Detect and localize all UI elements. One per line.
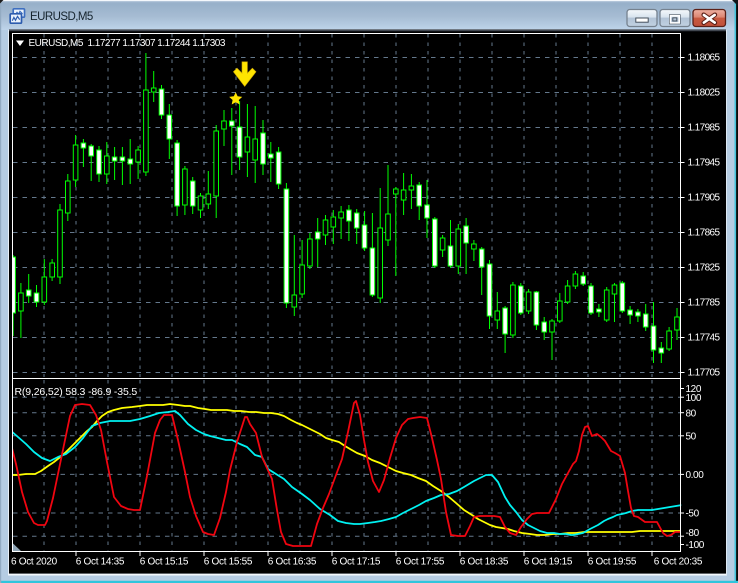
svg-text:50: 50 <box>686 431 697 442</box>
svg-text:6 Oct 17:15: 6 Oct 17:15 <box>332 557 381 568</box>
svg-text:1.17945: 1.17945 <box>688 158 721 169</box>
svg-text:-80: -80 <box>686 528 700 539</box>
svg-text:100: 100 <box>686 393 702 404</box>
svg-text:6 Oct 19:15: 6 Oct 19:15 <box>524 557 573 568</box>
svg-text:1.17785: 1.17785 <box>688 298 721 309</box>
svg-text:R(9,26,52) 58.3 -86.9 -35.5: R(9,26,52) 58.3 -86.9 -35.5 <box>15 386 138 398</box>
svg-text:6 Oct 2020: 6 Oct 2020 <box>11 557 58 568</box>
svg-text:1.17905: 1.17905 <box>688 193 721 204</box>
svg-text:1.17745: 1.17745 <box>688 333 721 344</box>
svg-text:6 Oct 17:55: 6 Oct 17:55 <box>396 557 445 568</box>
svg-text:0.00: 0.00 <box>686 470 705 481</box>
svg-text:6 Oct 19:55: 6 Oct 19:55 <box>588 557 637 568</box>
svg-text:6 Oct 16:35: 6 Oct 16:35 <box>268 557 317 568</box>
svg-text:80: 80 <box>686 408 697 419</box>
svg-text:EURUSD,M5 1.17277 1.17307 1.1: EURUSD,M5 1.17277 1.17307 1.17244 1.1730… <box>29 38 226 49</box>
svg-text:-50: -50 <box>686 509 700 520</box>
svg-text:1.17825: 1.17825 <box>688 263 721 274</box>
svg-text:1.18025: 1.18025 <box>688 88 721 99</box>
svg-text:1.17865: 1.17865 <box>688 228 721 239</box>
svg-text:6 Oct 15:55: 6 Oct 15:55 <box>204 557 253 568</box>
svg-text:1.18065: 1.18065 <box>688 53 721 64</box>
svg-text:6 Oct 15:15: 6 Oct 15:15 <box>140 557 189 568</box>
svg-text:1.17705: 1.17705 <box>688 368 721 379</box>
svg-text:6 Oct 14:35: 6 Oct 14:35 <box>76 557 125 568</box>
svg-text:6 Oct 20:35: 6 Oct 20:35 <box>654 557 703 568</box>
svg-text:EURUSD,M5: EURUSD,M5 <box>30 11 93 23</box>
svg-text:-100: -100 <box>686 540 705 551</box>
svg-text:1.17985: 1.17985 <box>688 123 721 134</box>
svg-text:6 Oct 18:35: 6 Oct 18:35 <box>460 557 509 568</box>
